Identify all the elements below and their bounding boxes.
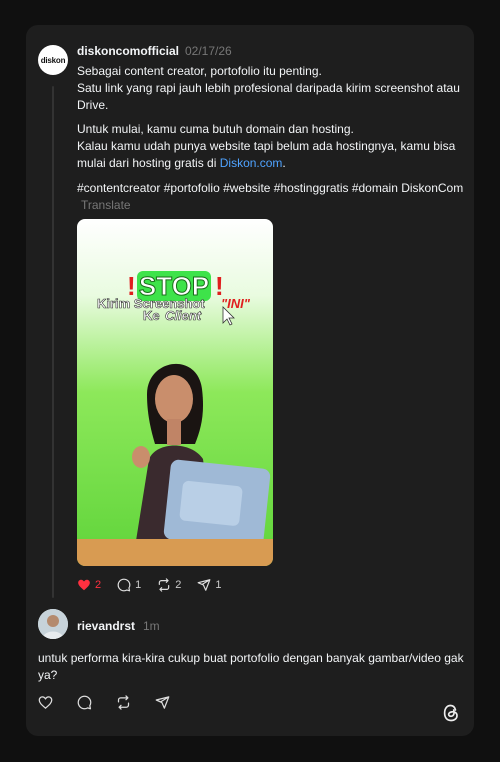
repost-button[interactable]: 2 [157, 578, 181, 592]
repost-icon [117, 695, 130, 710]
reply-avatar[interactable] [38, 609, 68, 639]
reply-time[interactable]: 1m [143, 619, 160, 633]
post-date[interactable]: 02/17/26 [185, 44, 232, 58]
post-paragraph-2: Untuk mulai, kamu cuma butuh domain dan … [77, 121, 467, 172]
hashtags-text[interactable]: #contentcreator #portofolio #website #ho… [77, 181, 463, 195]
reply-repost-button[interactable] [116, 695, 135, 710]
post-username[interactable]: diskoncomofficial [77, 44, 179, 58]
thread-line [52, 86, 54, 598]
reply-avatar-image [38, 609, 68, 639]
reply-comment-button[interactable] [77, 695, 96, 710]
post-paragraph-2-suffix: . [282, 156, 286, 170]
comment-button[interactable]: 1 [117, 578, 141, 592]
image-line-2-prefix: Ke [143, 308, 160, 323]
threads-logo[interactable] [442, 703, 460, 728]
diskon-link[interactable]: Diskon.com [220, 156, 283, 170]
post-actions: 2 1 2 1 [77, 578, 238, 592]
translate-link[interactable]: Translate [81, 198, 131, 212]
repost-count: 2 [175, 579, 182, 591]
reply-text: untuk performa kira-kira cukup buat port… [38, 651, 464, 682]
post-hashtags: #contentcreator #portofolio #website #ho… [77, 180, 467, 214]
reply-username[interactable]: rievandrst [77, 619, 135, 633]
comment-icon [117, 578, 131, 592]
comment-count: 1 [135, 579, 142, 591]
like-count: 2 [95, 579, 102, 591]
image-line-2-emph: Client [165, 308, 202, 323]
reply-like-button[interactable] [38, 695, 57, 710]
repost-icon [159, 578, 170, 592]
reply-actions [38, 695, 190, 710]
author-avatar[interactable]: diskon [38, 45, 68, 75]
share-icon [155, 696, 170, 709]
share-button[interactable]: 1 [197, 578, 222, 592]
share-count: 1 [215, 579, 222, 591]
post-paragraph-1-line-1: Sebagai content creator, portofolio itu … [77, 64, 322, 78]
threads-logo-icon [443, 704, 458, 722]
avatar-logo-text: diskon [40, 55, 66, 65]
post-paragraph-2-line-2: Kalau kamu udah punya website tapi belum… [77, 138, 467, 172]
post-paragraph-1-line-2: Satu link yang rapi jauh lebih profesion… [77, 81, 460, 112]
reply-share-button[interactable] [155, 695, 174, 710]
heart-icon [38, 696, 53, 709]
post-image-illustration: STOP ! ! Kirim Screenshot "INI" Ke Clien… [77, 219, 273, 566]
comment-icon [77, 695, 92, 710]
heart-icon [78, 579, 90, 591]
post-paragraph-2-line-1: Untuk mulai, kamu cuma butuh domain dan … [77, 122, 354, 136]
post-image[interactable]: STOP ! ! Kirim Screenshot "INI" Ke Clien… [77, 219, 273, 566]
post-paragraph-1: Sebagai content creator, portofolio itu … [77, 63, 467, 114]
image-highlight: "INI" [221, 296, 251, 311]
share-icon [197, 579, 211, 591]
like-button[interactable]: 2 [77, 578, 101, 592]
